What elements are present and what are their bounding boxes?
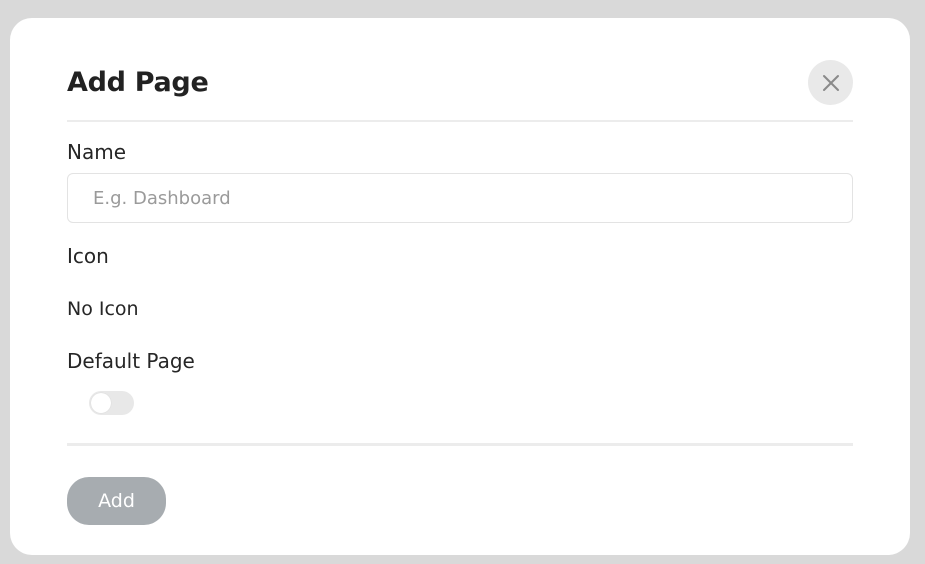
toggle-knob xyxy=(91,393,111,413)
close-icon xyxy=(822,74,840,92)
footer-divider xyxy=(67,443,853,446)
name-input[interactable] xyxy=(67,173,853,223)
icon-selector[interactable]: No Icon xyxy=(67,296,139,322)
default-page-label: Default Page xyxy=(67,349,195,373)
default-page-toggle[interactable] xyxy=(89,391,134,415)
name-label: Name xyxy=(67,140,127,164)
close-button[interactable] xyxy=(808,60,853,105)
header-divider xyxy=(67,120,853,122)
dialog-title: Add Page xyxy=(67,67,209,98)
add-page-dialog: Add Page Name Icon No Icon Default Page … xyxy=(10,18,910,555)
add-button[interactable]: Add xyxy=(67,477,166,525)
icon-label: Icon xyxy=(67,244,109,268)
